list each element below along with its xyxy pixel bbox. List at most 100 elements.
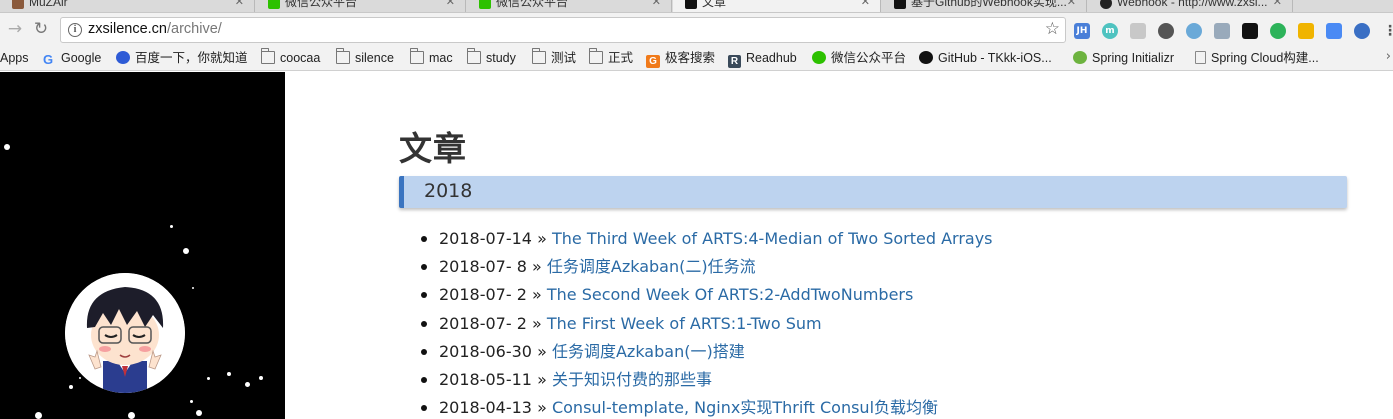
- post-link[interactable]: The Third Week of ARTS:4-Median of Two S…: [552, 229, 993, 248]
- star-dot: [79, 377, 81, 379]
- post-separator: »: [531, 313, 542, 333]
- bookmark-apps[interactable]: Apps: [0, 50, 29, 66]
- bookmark-readhub[interactable]: R Readhub: [728, 50, 797, 68]
- avatar[interactable]: [65, 273, 185, 393]
- bookmark-folder-mac[interactable]: mac: [410, 48, 453, 66]
- tab-close-icon[interactable]: ✕: [446, 0, 455, 12]
- tab[interactable]: Webhook - http://www.zxsi... ✕: [1088, 0, 1293, 12]
- post-date: 2018-05-11: [439, 369, 532, 389]
- wechat-icon: [479, 0, 491, 9]
- jh-extension-icon[interactable]: JH: [1074, 22, 1090, 39]
- folder-icon: [336, 48, 350, 64]
- blog-sidebar: [0, 72, 285, 419]
- post-link[interactable]: The First Week of ARTS:1-Two Sum: [547, 314, 822, 333]
- chevron-right-icon[interactable]: ›: [1386, 49, 1391, 64]
- tab-label: 基于Github的Webhook实现...: [911, 0, 1067, 9]
- tree-extension-icon[interactable]: [1130, 22, 1146, 39]
- bookmark-label: 极客搜索: [665, 51, 716, 65]
- post-list: 2018-07-14 » The Third Week of ARTS:4-Me…: [417, 227, 993, 419]
- bookmark-folder-prod[interactable]: 正式: [589, 48, 633, 66]
- bookmark-label: coocaa: [280, 51, 321, 65]
- reload-icon[interactable]: ↻: [30, 18, 52, 40]
- post-separator: »: [531, 285, 542, 305]
- post-separator: »: [537, 341, 547, 361]
- post-date: 2018-07- 2: [439, 313, 527, 333]
- spring-icon: [1073, 51, 1087, 64]
- post-item: 2018-07- 2 » The First Week of ARTS:1-Tw…: [417, 312, 993, 340]
- post-separator: »: [537, 369, 547, 389]
- grid-extension-icon[interactable]: [1298, 22, 1314, 39]
- extension-icon[interactable]: [1354, 22, 1370, 39]
- star-dot: [207, 377, 210, 380]
- post-item: 2018-07-14 » The Third Week of ARTS:4-Me…: [417, 227, 993, 255]
- info-icon[interactable]: i: [68, 23, 82, 37]
- tab[interactable]: 基于Github的Webhook实现... ✕: [882, 0, 1087, 12]
- bookmark-label: 测试: [551, 51, 577, 65]
- globe-extension-icon[interactable]: [1186, 22, 1202, 39]
- post-item: 2018-07- 2 » The Second Week Of ARTS:2-A…: [417, 283, 993, 311]
- bookmark-spring-initializr[interactable]: Spring Initializr: [1073, 50, 1174, 66]
- bookmark-label: Spring Initializr: [1092, 51, 1174, 65]
- bookmark-label: 微信公众平台: [831, 51, 907, 65]
- bookmark-baidu[interactable]: 百度一下，你就知道: [116, 50, 248, 66]
- tab-close-icon[interactable]: ✕: [235, 0, 244, 12]
- m-extension-icon[interactable]: m: [1102, 22, 1118, 39]
- bookmark-star-icon[interactable]: ☆: [1045, 19, 1060, 39]
- address-bar[interactable]: i zxsilence.cn/archive/ ☆: [60, 17, 1066, 43]
- tab-close-icon[interactable]: ✕: [652, 0, 661, 12]
- post-link[interactable]: 关于知识付费的那些事: [552, 370, 712, 389]
- folder-icon: [532, 48, 546, 64]
- menu-icon[interactable]: ⋮: [1382, 23, 1393, 39]
- post-link[interactable]: The Second Week Of ARTS:2-AddTwoNumbers: [547, 285, 913, 304]
- star-dot: [128, 412, 135, 419]
- star-dot: [192, 287, 194, 289]
- post-date: 2018-07- 8: [439, 257, 527, 277]
- baidu-icon: [116, 51, 130, 64]
- star-dot: [196, 410, 202, 416]
- tab-close-icon[interactable]: ✕: [1067, 0, 1076, 12]
- lock-icon[interactable]: [1242, 22, 1258, 39]
- bookmark-folder-test[interactable]: 测试: [532, 48, 577, 66]
- post-item: 2018-04-13 » Consul-template, Nginx实现Thr…: [417, 396, 993, 419]
- bookmark-github[interactable]: GitHub - TKkk-iOS...: [919, 50, 1052, 66]
- send-extension-icon[interactable]: [1214, 22, 1230, 39]
- bookmark-folder-coocaa[interactable]: coocaa: [261, 48, 321, 66]
- bookmark-label: Readhub: [746, 51, 797, 65]
- post-link[interactable]: 任务调度Azkaban(二)任务流: [547, 257, 756, 276]
- bookmark-folder-silence[interactable]: silence: [336, 48, 394, 66]
- bookmark-wechat[interactable]: 微信公众平台: [812, 50, 906, 66]
- tab-label: 微信公众平台: [496, 0, 569, 9]
- tab[interactable]: MuZAir ✕: [0, 0, 255, 12]
- page-icon: [1195, 51, 1206, 64]
- tab-favicon-icon: [12, 0, 24, 9]
- grammarly-icon[interactable]: [1270, 22, 1286, 39]
- year-header: 2018: [399, 176, 1347, 208]
- tab[interactable]: 微信公众平台 ✕: [256, 0, 466, 12]
- tab[interactable]: 微信公众平台 ✕: [467, 0, 672, 12]
- post-link[interactable]: 任务调度Azkaban(一)搭建: [552, 342, 745, 361]
- star-dot: [35, 412, 42, 419]
- bookmark-folder-study[interactable]: study: [467, 48, 516, 66]
- tab-active[interactable]: 文章 ✕: [673, 0, 881, 12]
- url-path: /archive/: [166, 21, 222, 37]
- url-text[interactable]: zxsilence.cn/archive/: [88, 21, 222, 37]
- forward-arrow-icon[interactable]: →: [4, 18, 26, 40]
- bookmark-label: GitHub - TKkk-iOS...: [938, 51, 1052, 65]
- google-icon: G: [43, 52, 54, 67]
- post-date: 2018-07-14: [439, 229, 532, 248]
- tab-close-icon[interactable]: ✕: [1273, 0, 1282, 12]
- post-date: 2018-06-30: [439, 341, 532, 361]
- tab-close-icon[interactable]: ✕: [861, 0, 870, 12]
- post-item: 2018-07- 8 » 任务调度Azkaban(二)任务流: [417, 255, 993, 283]
- evernote-icon[interactable]: [1158, 22, 1174, 39]
- geek-search-icon: G: [646, 55, 660, 68]
- bookmark-google[interactable]: G Google: [43, 50, 101, 67]
- post-item: 2018-05-11 » 关于知识付费的那些事: [417, 368, 993, 396]
- post-item: 2018-06-30 » 任务调度Azkaban(一)搭建: [417, 340, 993, 368]
- bookmark-spring-cloud[interactable]: Spring Cloud构建...: [1195, 50, 1319, 66]
- tab-strip: MuZAir ✕ 微信公众平台 ✕ 微信公众平台 ✕ 文章 ✕ 基于Github的Web…: [0, 0, 1393, 13]
- bookmark-geek-search[interactable]: G 极客搜索: [646, 50, 715, 68]
- tab-label: 文章: [702, 0, 727, 9]
- post-link[interactable]: Consul-template, Nginx实现Thrift Consul负载均…: [552, 398, 938, 417]
- translate-icon[interactable]: [1326, 22, 1342, 39]
